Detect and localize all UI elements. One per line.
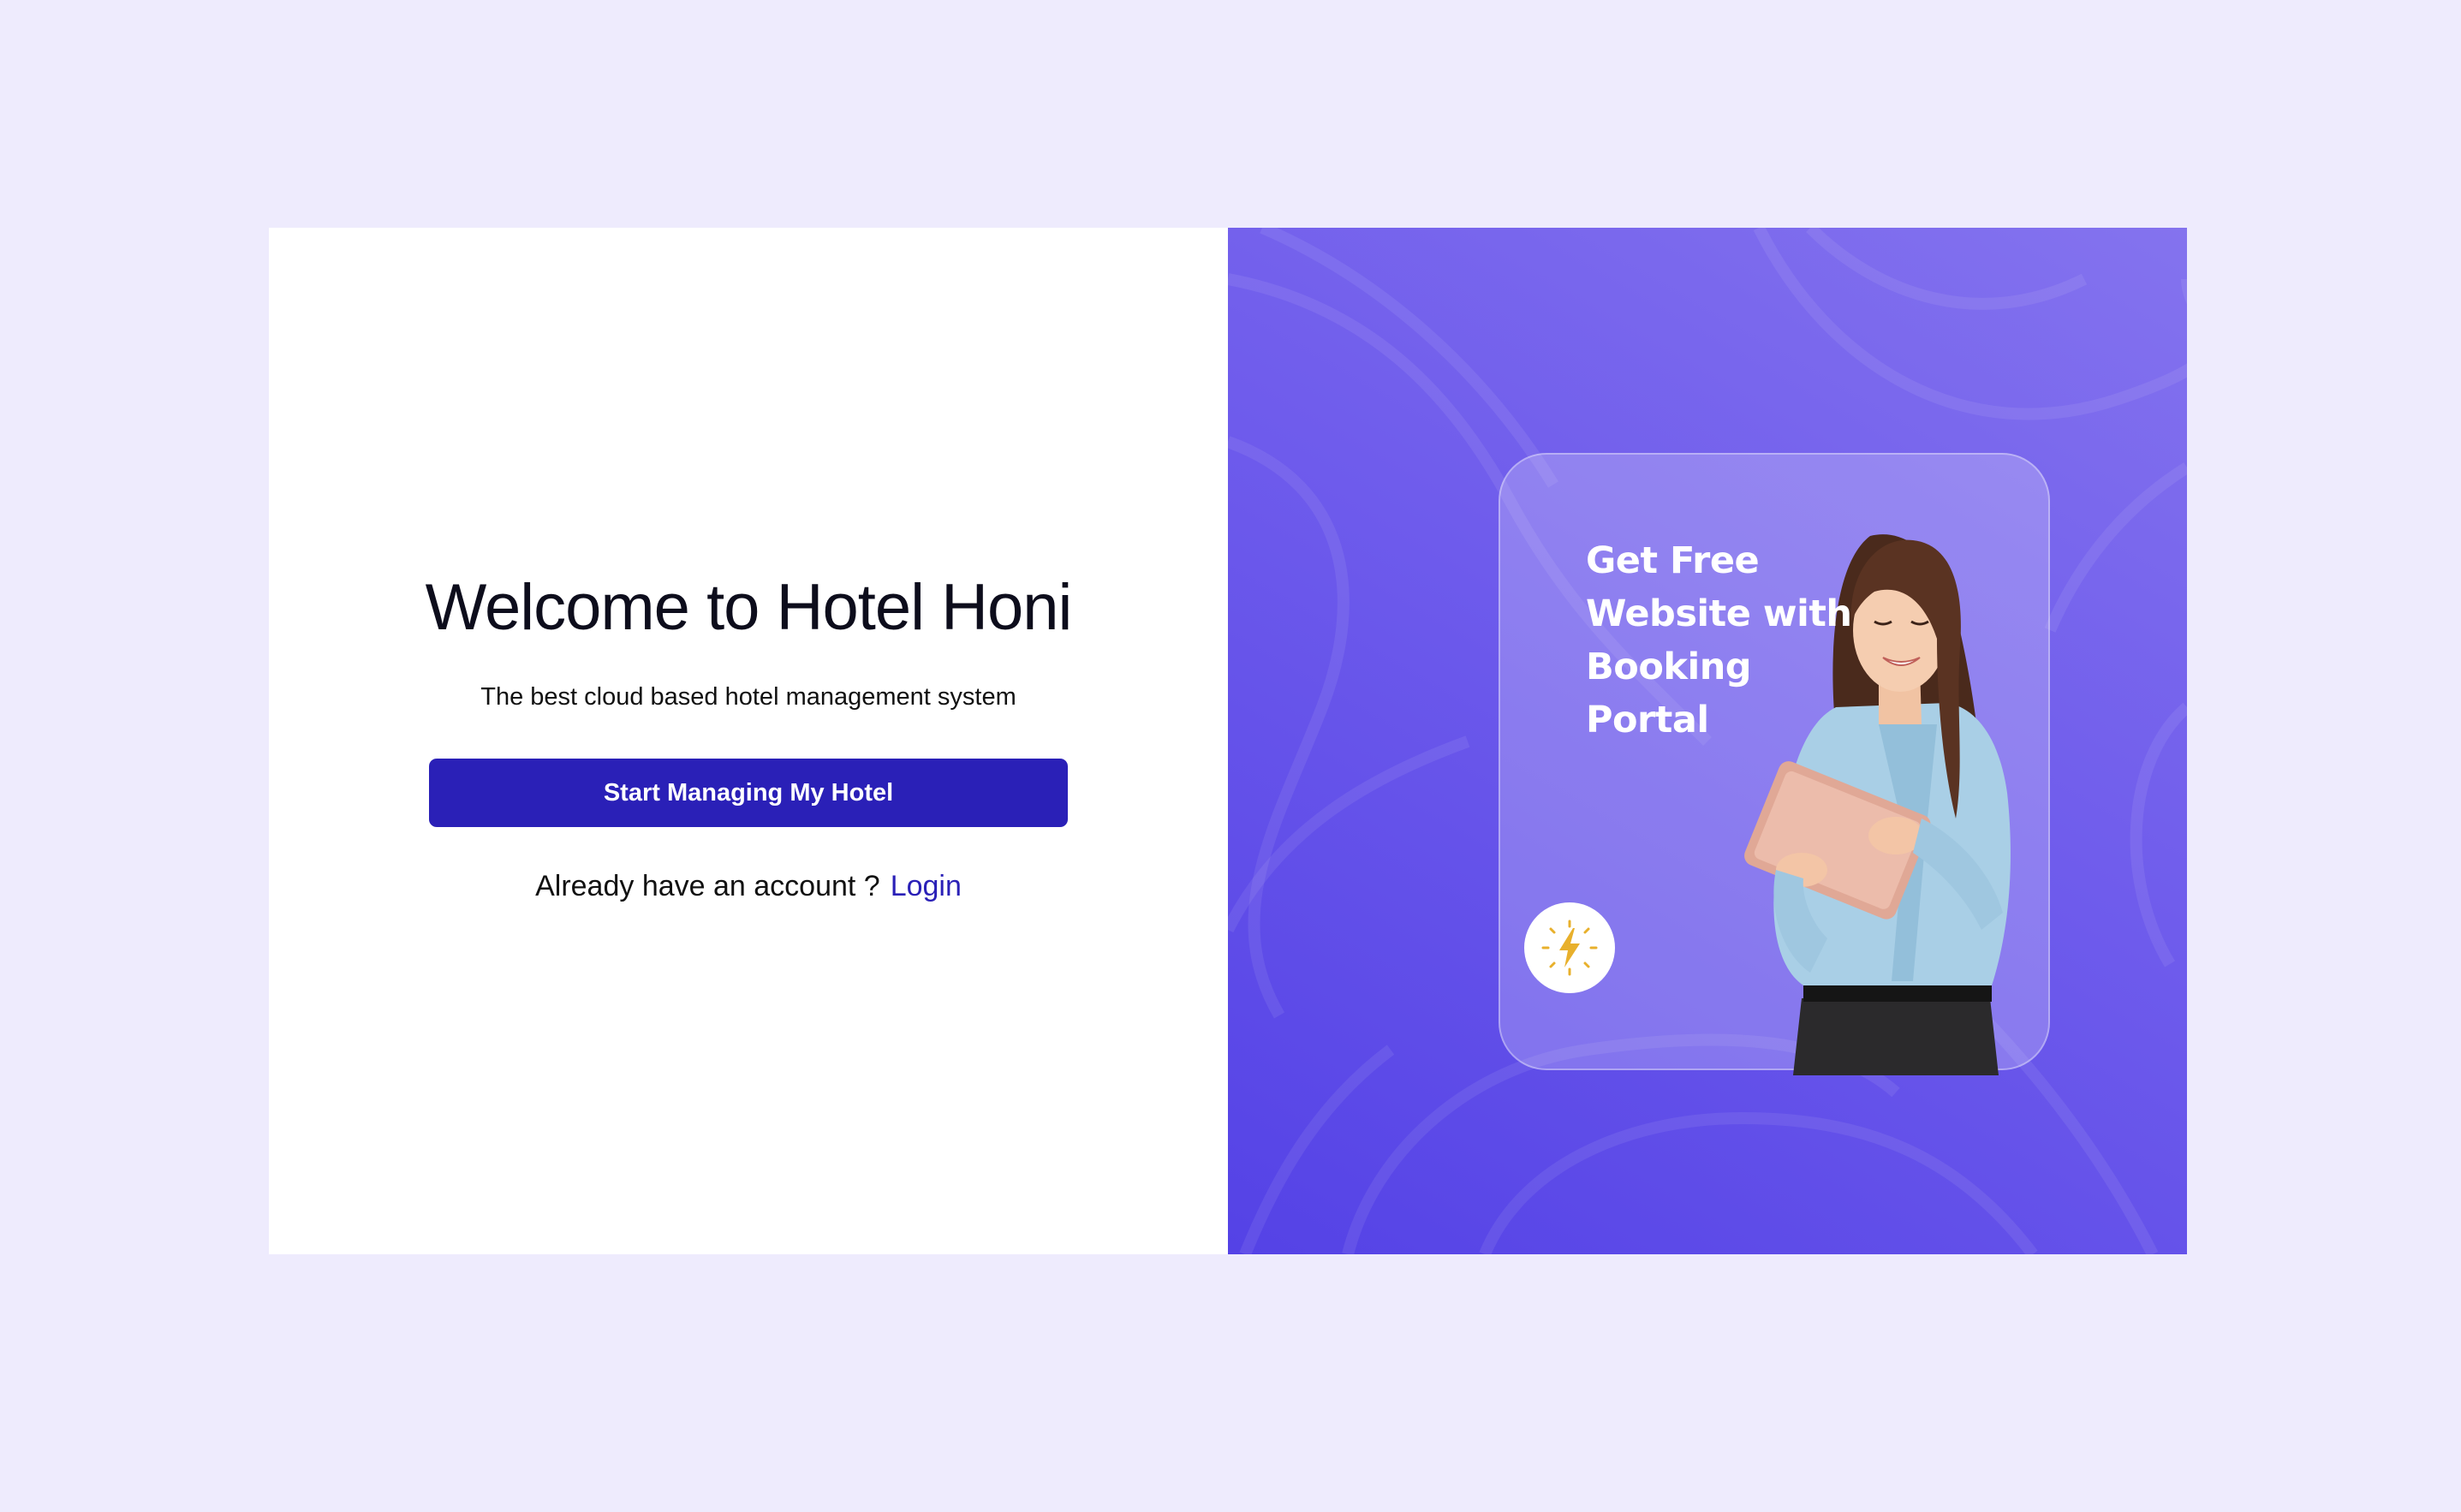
signup-card: Welcome to Hotel Honi The best cloud bas… xyxy=(269,228,2187,1254)
promo-headline-line: Portal xyxy=(1586,699,1709,741)
promo-headline-line: Get Free xyxy=(1586,539,1760,582)
tagline: The best cloud based hotel management sy… xyxy=(480,683,1016,711)
login-link[interactable]: Login xyxy=(891,870,962,902)
promo-panel: Get Free Website with Booking Portal xyxy=(1228,228,2187,1254)
lightning-bolt-icon xyxy=(1524,902,1615,993)
login-prompt: Already have an account ? Login xyxy=(269,870,1228,903)
promo-headline: Get Free Website with Booking Portal xyxy=(1586,534,1860,747)
promo-headline-line: Booking xyxy=(1586,646,1752,688)
page-title: Welcome to Hotel Honi xyxy=(425,571,1073,644)
start-managing-button[interactable]: Start Managing My Hotel xyxy=(429,759,1068,827)
welcome-panel: Welcome to Hotel Honi The best cloud bas… xyxy=(269,228,1228,1254)
promo-headline-line: Website with xyxy=(1586,592,1852,635)
account-prompt-text: Already have an account ? xyxy=(535,870,880,902)
